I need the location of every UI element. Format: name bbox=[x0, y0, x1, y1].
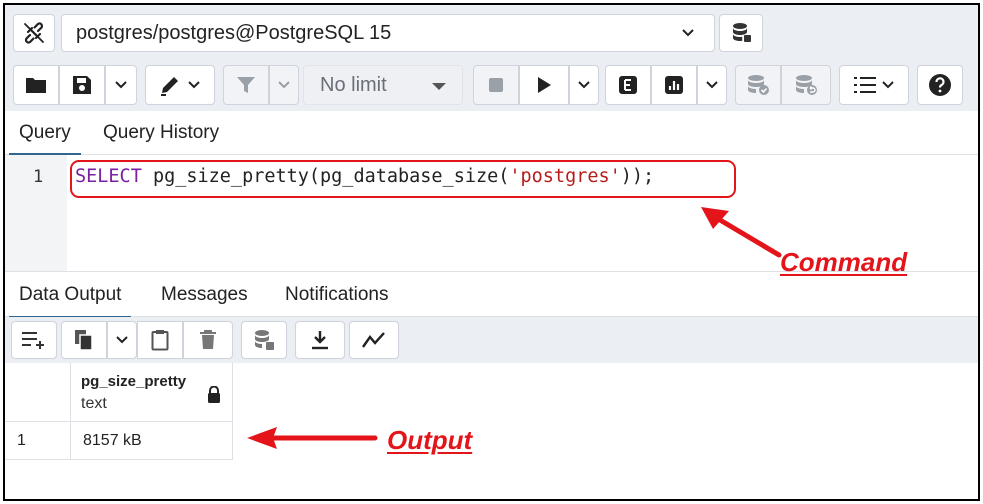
app-window: postgres/postgres@PostgreSQL 15 No limit bbox=[3, 3, 980, 501]
line-number: 1 bbox=[33, 167, 44, 187]
paste-icon bbox=[151, 330, 169, 351]
chevron-down-icon bbox=[116, 336, 128, 344]
save-options-button[interactable] bbox=[105, 65, 137, 105]
copy-icon bbox=[75, 330, 93, 351]
query-tabs: Query Query History bbox=[5, 111, 978, 156]
cell-value: 8157 kB bbox=[83, 432, 142, 449]
delete-button[interactable] bbox=[183, 321, 233, 359]
rollback-icon bbox=[796, 75, 817, 95]
line-chart-icon bbox=[362, 332, 385, 348]
macros-icon bbox=[854, 77, 876, 93]
explain-analyze-icon bbox=[665, 76, 683, 94]
add-row-icon bbox=[22, 332, 44, 349]
graph-button[interactable] bbox=[349, 321, 399, 359]
result-grid: pg_size_pretty text 1 8157 kB bbox=[5, 363, 978, 499]
filter-icon bbox=[237, 77, 255, 93]
row-number: 1 bbox=[17, 432, 26, 449]
caret-down-icon bbox=[432, 83, 446, 90]
column-header[interactable]: pg_size_pretty text bbox=[71, 363, 233, 422]
stop-icon bbox=[489, 78, 503, 92]
filter-button[interactable] bbox=[223, 65, 269, 105]
tab-query-label: Query bbox=[19, 122, 71, 143]
database-stack-icon bbox=[733, 23, 751, 42]
tab-query-history-label: Query History bbox=[103, 122, 220, 143]
tab-data-output[interactable]: Data Output bbox=[8, 272, 132, 319]
tab-messages-label: Messages bbox=[161, 284, 248, 305]
row-limit-select[interactable]: No limit bbox=[303, 65, 463, 105]
save-icon bbox=[73, 76, 91, 94]
chevron-down-icon bbox=[278, 81, 290, 89]
command-arrow bbox=[701, 207, 782, 258]
help-button[interactable] bbox=[917, 65, 963, 105]
execute-options-button[interactable] bbox=[569, 65, 599, 105]
macros-button[interactable] bbox=[839, 65, 909, 105]
explain-options-button[interactable] bbox=[697, 65, 727, 105]
help-icon bbox=[929, 74, 951, 96]
execute-button[interactable] bbox=[519, 65, 569, 105]
connection-bar: postgres/postgres@PostgreSQL 15 bbox=[5, 5, 978, 61]
save-data-icon bbox=[255, 330, 274, 350]
tab-notifications[interactable]: Notifications bbox=[285, 272, 389, 318]
download-button[interactable] bbox=[295, 321, 345, 359]
add-row-button[interactable] bbox=[11, 321, 57, 359]
edit-button[interactable] bbox=[145, 65, 215, 105]
connection-select[interactable]: postgres/postgres@PostgreSQL 15 bbox=[61, 14, 715, 52]
chevron-down-icon bbox=[578, 81, 590, 89]
command-annotation: Command bbox=[780, 247, 908, 277]
stop-button[interactable] bbox=[473, 65, 519, 105]
tab-messages[interactable]: Messages bbox=[161, 272, 248, 318]
commit-button[interactable] bbox=[735, 65, 781, 105]
tab-query-history[interactable]: Query History bbox=[103, 111, 219, 155]
row-limit-label: No limit bbox=[320, 73, 387, 96]
save-data-button[interactable] bbox=[241, 321, 287, 359]
output-toolbar bbox=[5, 317, 978, 363]
explain-button[interactable] bbox=[605, 65, 651, 105]
copy-button[interactable] bbox=[61, 321, 107, 359]
tab-notifications-label: Notifications bbox=[285, 284, 389, 305]
new-connection-button[interactable] bbox=[719, 14, 763, 52]
tab-query[interactable]: Query bbox=[9, 111, 81, 156]
column-name: pg_size_pretty bbox=[81, 373, 187, 390]
edit-pencil-icon bbox=[161, 77, 178, 96]
disconnect-icon bbox=[24, 22, 44, 44]
editor-gutter: 1 bbox=[5, 155, 67, 271]
rollback-button[interactable] bbox=[781, 65, 831, 105]
explain-icon bbox=[619, 76, 637, 94]
command-highlight-box bbox=[70, 160, 736, 198]
column-type: text bbox=[81, 395, 107, 412]
chevron-down-icon bbox=[706, 81, 718, 89]
filter-options-button[interactable] bbox=[269, 65, 299, 105]
chevron-down-icon bbox=[682, 29, 694, 37]
table-cell[interactable]: 8157 kB bbox=[71, 422, 233, 460]
disconnect-button[interactable] bbox=[13, 14, 55, 52]
copy-options-button[interactable] bbox=[107, 321, 137, 359]
commit-icon bbox=[748, 75, 769, 95]
tab-data-output-label: Data Output bbox=[19, 284, 122, 305]
grid-corner-cell bbox=[5, 363, 71, 422]
paste-button[interactable] bbox=[137, 321, 183, 359]
output-annotation: Output bbox=[387, 425, 473, 455]
output-arrow bbox=[247, 427, 378, 449]
download-icon bbox=[312, 331, 328, 350]
open-file-button[interactable] bbox=[13, 65, 59, 105]
query-toolbar: No limit bbox=[5, 61, 978, 111]
chevron-down-icon bbox=[882, 81, 894, 89]
play-icon bbox=[538, 77, 551, 93]
explain-analyze-button[interactable] bbox=[651, 65, 697, 105]
trash-icon bbox=[200, 330, 216, 349]
connection-label: postgres/postgres@PostgreSQL 15 bbox=[76, 21, 392, 44]
chevron-down-icon bbox=[188, 81, 200, 89]
row-number-cell[interactable]: 1 bbox=[5, 422, 71, 460]
folder-icon bbox=[26, 78, 46, 93]
chevron-down-icon bbox=[115, 81, 127, 89]
save-button[interactable] bbox=[59, 65, 105, 105]
lock-icon bbox=[208, 386, 220, 403]
